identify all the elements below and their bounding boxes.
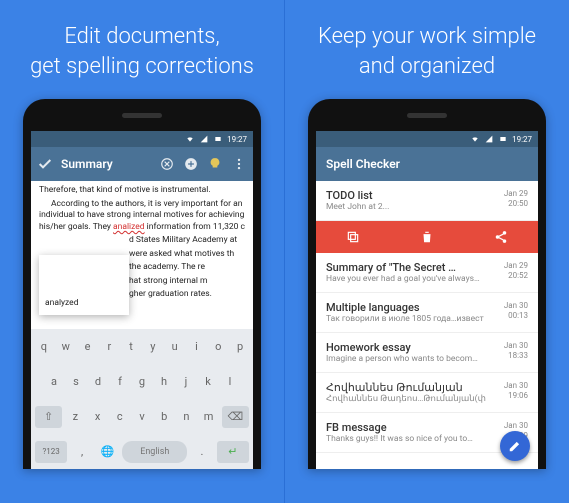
pencil-icon — [508, 439, 522, 453]
list-item-subtitle: Так говорили в июле 1805 года…извест — [326, 314, 528, 324]
statusbar: 19:27 — [316, 131, 538, 147]
list-item-subtitle: Thanks guys!! It was so nice of you to… — [326, 434, 528, 444]
list-item[interactable]: Summary of "The Secret …Have you ever ha… — [316, 253, 538, 293]
list-item-subtitle: Imagine a person who wants to becom… — [326, 354, 528, 364]
key-h[interactable]: h — [155, 371, 173, 393]
key-r[interactable]: r — [100, 336, 118, 358]
key-s[interactable]: s — [67, 371, 85, 393]
doc-line: d States Military Academy at — [39, 235, 245, 246]
misspelled-word[interactable]: analized — [113, 222, 145, 232]
key-⌫[interactable]: ⌫ — [222, 406, 249, 428]
delete-icon[interactable] — [420, 230, 434, 244]
key-symbols[interactable]: ?123 — [35, 441, 67, 463]
key-e[interactable]: e — [79, 336, 97, 358]
key-o[interactable]: o — [209, 336, 227, 358]
list-item-subtitle: Have you ever had a goal you've always… — [326, 274, 528, 284]
list-item-title: Multiple languages — [326, 301, 528, 314]
list-item[interactable]: TODO listMeet John at 2...Jan 2920:50 — [316, 181, 538, 221]
key-p[interactable]: p — [231, 336, 249, 358]
list-item[interactable]: Հովհաննես ԹումանյանՀովհաննես Թադեոս…Թում… — [316, 373, 538, 413]
screen-left: 19:27 Summary — [31, 131, 253, 469]
key-x[interactable]: x — [89, 406, 107, 428]
document-body[interactable]: Therefore, that kind of motive is instru… — [31, 181, 253, 329]
list-item-subtitle: Հովհաննես Թադեոս…Թումանյան(փ — [326, 394, 528, 404]
phone-speaker — [122, 113, 162, 118]
list-item-date: Jan 3019:06 — [504, 381, 528, 400]
list-item-date: Jan 3018:33 — [504, 341, 528, 360]
add-icon[interactable] — [183, 156, 199, 172]
signal-icon — [484, 135, 494, 143]
battery-icon — [498, 135, 508, 143]
statusbar: 19:27 — [31, 131, 253, 147]
bulb-icon[interactable] — [207, 156, 223, 172]
wifi-icon — [185, 135, 195, 143]
share-icon[interactable] — [494, 230, 508, 244]
list-item-date: Jan 2920:52 — [504, 261, 528, 280]
phone-frame-left: 19:27 Summary — [23, 99, 261, 469]
key-w[interactable]: w — [57, 336, 75, 358]
back-check-icon[interactable] — [37, 156, 53, 172]
key-d[interactable]: d — [89, 371, 107, 393]
key-y[interactable]: y — [144, 336, 162, 358]
list-item-title: TODO list — [326, 189, 528, 202]
key-f[interactable]: f — [111, 371, 129, 393]
key-⇧[interactable]: ⇧ — [35, 406, 62, 428]
key-k[interactable]: k — [199, 371, 217, 393]
phone-speaker — [407, 113, 447, 118]
key-a[interactable]: a — [45, 371, 63, 393]
list-item-title: Summary of "The Secret … — [326, 261, 528, 274]
key-u[interactable]: u — [166, 336, 184, 358]
phone-frame-right: 19:27 Spell Checker TODO listMeet John a… — [308, 99, 546, 469]
key-l[interactable]: l — [221, 371, 239, 393]
appbar-right: Spell Checker — [316, 147, 538, 181]
list-item-title: FB message — [326, 421, 528, 434]
headline-left: Edit documents,get spelling corrections — [30, 22, 254, 81]
copy-icon[interactable] — [346, 230, 360, 244]
headline-right: Keep your work simpleand organized — [318, 22, 536, 81]
key-q[interactable]: q — [35, 336, 53, 358]
note-list[interactable]: TODO listMeet John at 2...Jan 2920:50 Sum… — [316, 181, 538, 467]
list-item[interactable]: Multiple languagesТак говорили в июле 18… — [316, 293, 538, 333]
key-m[interactable]: m — [200, 406, 218, 428]
key-comma[interactable]: , — [71, 441, 93, 463]
statusbar-time: 19:27 — [512, 135, 532, 144]
suggestion-text[interactable]: analyzed — [45, 298, 78, 309]
key-t[interactable]: t — [122, 336, 140, 358]
screen-right: 19:27 Spell Checker TODO listMeet John a… — [316, 131, 538, 469]
doc-line: According to the authors, it is very imp… — [39, 199, 245, 233]
more-icon[interactable] — [231, 156, 247, 172]
key-j[interactable]: j — [177, 371, 195, 393]
key-globe[interactable]: 🌐 — [97, 441, 119, 463]
key-c[interactable]: c — [111, 406, 129, 428]
signal-icon — [199, 135, 209, 143]
key-z[interactable]: z — [66, 406, 84, 428]
key-v[interactable]: v — [133, 406, 151, 428]
key-period[interactable]: . — [191, 441, 213, 463]
list-item-date: Jan 2920:50 — [504, 189, 528, 208]
key-g[interactable]: g — [133, 371, 151, 393]
appbar-left: Summary — [31, 147, 253, 181]
key-enter[interactable]: ↵ — [217, 441, 249, 463]
key-n[interactable]: n — [177, 406, 195, 428]
key-b[interactable]: b — [155, 406, 173, 428]
battery-icon — [213, 135, 223, 143]
list-item-title: Homework essay — [326, 341, 528, 354]
statusbar-time: 19:27 — [227, 135, 247, 144]
list-item-date: Jan 3000:13 — [504, 301, 528, 320]
wifi-icon — [470, 135, 480, 143]
appbar-title: Summary — [61, 157, 151, 171]
list-item[interactable]: Homework essayImagine a person who wants… — [316, 333, 538, 373]
clear-icon[interactable] — [159, 156, 175, 172]
doc-line: Therefore, that kind of motive is instru… — [39, 185, 245, 196]
keyboard: qwertyuiop asdfghjkl ⇧zxcvbnm⌫ ?123 , 🌐 … — [31, 329, 253, 469]
list-item-title: Հովհաննես Թումանյան — [326, 381, 528, 394]
list-item-subtitle: Meet John at 2... — [326, 202, 528, 212]
suggestion-popup[interactable]: analyzed — [39, 255, 129, 315]
key-space[interactable]: English — [122, 441, 187, 463]
key-i[interactable]: i — [188, 336, 206, 358]
swipe-actions[interactable] — [316, 221, 538, 253]
appbar-title: Spell Checker — [322, 157, 532, 171]
